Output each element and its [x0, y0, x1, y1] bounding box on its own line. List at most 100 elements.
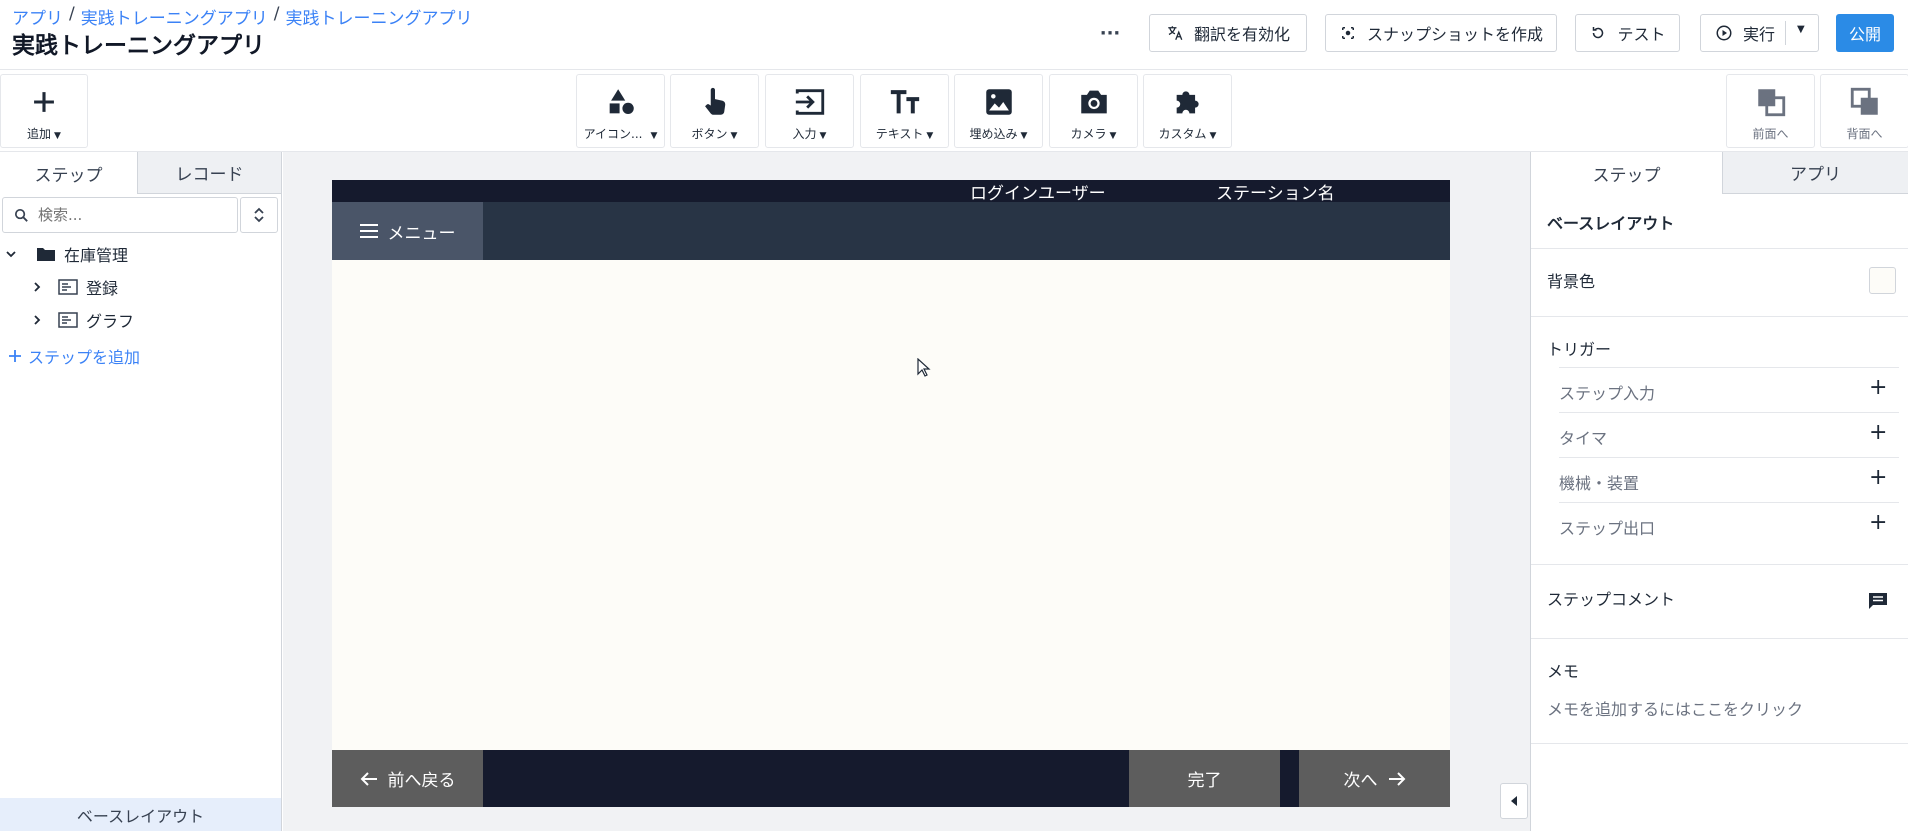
memo-label: メモ: [1547, 662, 1580, 681]
publish-button[interactable]: 公開: [1836, 14, 1894, 52]
tool-camera-button[interactable]: カメラ ▼: [1049, 74, 1138, 148]
comment-icon[interactable]: [1868, 592, 1888, 610]
image-icon: [985, 89, 1012, 115]
collapse-panel-button[interactable]: [1500, 783, 1528, 819]
divider: [1531, 248, 1908, 249]
tree-folder-inventory[interactable]: 在庫管理: [4, 242, 128, 266]
trigger-label: トリガー: [1547, 340, 1612, 359]
add-trigger-step-entry-icon[interactable]: +: [1869, 375, 1887, 400]
tool-button-button[interactable]: ボタン ▼: [670, 74, 759, 148]
tool-input-label: 入力 ▼: [793, 125, 827, 142]
caret-down-icon: ▼: [54, 131, 61, 141]
caret-down-icon: ▼: [1209, 131, 1217, 141]
add-trigger-timer-icon[interactable]: +: [1869, 420, 1887, 445]
search-icon: [14, 208, 28, 222]
divider: [1559, 457, 1899, 458]
tab-steps[interactable]: ステップ: [0, 152, 137, 194]
send-to-back-button[interactable]: 背面へ: [1820, 74, 1908, 148]
run-button[interactable]: 実行 ▼: [1700, 14, 1819, 52]
input-icon: [795, 89, 824, 115]
tab-app-properties[interactable]: アプリ: [1722, 152, 1908, 194]
plus-icon: [34, 92, 54, 112]
tool-icon-label-text: アイコン...: [583, 127, 643, 141]
bring-to-front-button[interactable]: 前面へ: [1726, 74, 1815, 148]
more-options-button[interactable]: ···: [1095, 14, 1125, 52]
tree-step-register[interactable]: 登録: [30, 275, 118, 299]
tab-step-properties[interactable]: ステップ: [1531, 152, 1722, 194]
folder-icon: [37, 248, 55, 261]
shapes-icon: [609, 89, 634, 115]
divider: [1559, 367, 1899, 368]
sort-toggle-button[interactable]: [240, 197, 278, 233]
text-size-icon: [890, 90, 919, 114]
tab-records[interactable]: レコード: [137, 152, 281, 194]
snapshot-icon: [1341, 27, 1354, 39]
add-label-text: 追加: [27, 127, 52, 141]
background-color-swatch[interactable]: [1869, 267, 1896, 294]
caret-left-icon: [1511, 796, 1517, 806]
step-icon: [58, 312, 78, 328]
base-layout-item[interactable]: ベースレイアウト: [0, 798, 281, 831]
trigger-step-exit[interactable]: ステップ出口: [1559, 515, 1655, 539]
tool-embed-label-text: 埋め込み: [969, 127, 1018, 141]
divider: [1531, 564, 1908, 565]
login-user-label[interactable]: ログインユーザー: [970, 179, 1106, 204]
create-snapshot-button[interactable]: スナップショットを作成: [1325, 14, 1557, 52]
chevron-down-icon[interactable]: [4, 247, 18, 261]
tool-text-button[interactable]: テキスト ▼: [860, 74, 949, 148]
divider: [1531, 743, 1908, 744]
memo-add-placeholder[interactable]: メモを追加するにはここをクリック: [1547, 696, 1803, 720]
next-label: 次へ: [1343, 771, 1378, 791]
step-comment-label: ステップコメント: [1547, 590, 1676, 609]
enable-translation-button[interactable]: 翻訳を有効化: [1149, 14, 1307, 52]
trigger-machine[interactable]: 機械・装置: [1559, 470, 1639, 494]
search-input[interactable]: [38, 206, 218, 224]
tool-custom-button[interactable]: カスタム ▼: [1143, 74, 1232, 148]
breadcrumb-item-current[interactable]: 実践トレーニングアプリ: [285, 4, 472, 29]
screen-menu-bar: [332, 202, 1450, 260]
run-divider: [1785, 21, 1786, 45]
translate-icon: [1168, 26, 1183, 41]
complete-button[interactable]: 完了: [1129, 750, 1280, 807]
arrow-left-icon: [360, 771, 377, 786]
tool-embed-button[interactable]: 埋め込み ▼: [954, 74, 1043, 148]
add-trigger-machine-icon[interactable]: +: [1869, 465, 1887, 490]
bring-front-icon: [1757, 89, 1785, 117]
tool-icon-button[interactable]: アイコン... ▼: [576, 74, 665, 148]
caret-down-icon: ▼: [819, 131, 827, 141]
tree-step-graph[interactable]: グラフ: [30, 308, 134, 332]
next-button[interactable]: 次へ: [1299, 750, 1450, 807]
plus-icon: [9, 350, 21, 362]
menu-button[interactable]: メニュー: [332, 202, 483, 260]
send-back-icon: [1850, 87, 1878, 115]
play-circle-icon: [1716, 25, 1732, 41]
reset-icon: [1593, 27, 1604, 39]
tool-button-label: ボタン ▼: [692, 125, 738, 142]
divider: [1531, 638, 1908, 639]
screen-body[interactable]: [332, 260, 1450, 750]
add-label: 追加 ▼: [27, 125, 61, 142]
test-button[interactable]: テスト: [1575, 14, 1680, 52]
tool-input-button[interactable]: 入力 ▼: [765, 74, 854, 148]
chevron-right-icon[interactable]: [30, 280, 44, 294]
trigger-step-entry[interactable]: ステップ入力: [1559, 380, 1655, 404]
tree-step-label: 登録: [86, 279, 119, 298]
test-label: テスト: [1617, 25, 1666, 44]
create-snapshot-label: スナップショットを作成: [1366, 25, 1543, 44]
station-name-label[interactable]: ステーション名: [1216, 179, 1335, 204]
caret-down-icon: ▼: [730, 131, 738, 141]
tree-folder-label: 在庫管理: [64, 246, 129, 265]
add-step-label: ステップを追加: [28, 348, 141, 367]
add-button[interactable]: 追加 ▼: [0, 74, 88, 148]
divider: [1531, 316, 1908, 317]
back-label: 前へ戻る: [387, 771, 456, 791]
add-step-link[interactable]: ステップを追加: [8, 344, 140, 368]
run-dropdown-caret-icon[interactable]: ▼: [1797, 24, 1805, 35]
chevron-up-down-icon: [254, 207, 264, 223]
back-button[interactable]: 前へ戻る: [332, 750, 483, 807]
send-to-back-label: 背面へ: [1846, 127, 1883, 141]
caret-down-icon: ▼: [650, 131, 658, 141]
trigger-timer[interactable]: タイマ: [1559, 425, 1607, 449]
add-trigger-step-exit-icon[interactable]: +: [1869, 510, 1887, 535]
chevron-right-icon[interactable]: [30, 313, 44, 327]
